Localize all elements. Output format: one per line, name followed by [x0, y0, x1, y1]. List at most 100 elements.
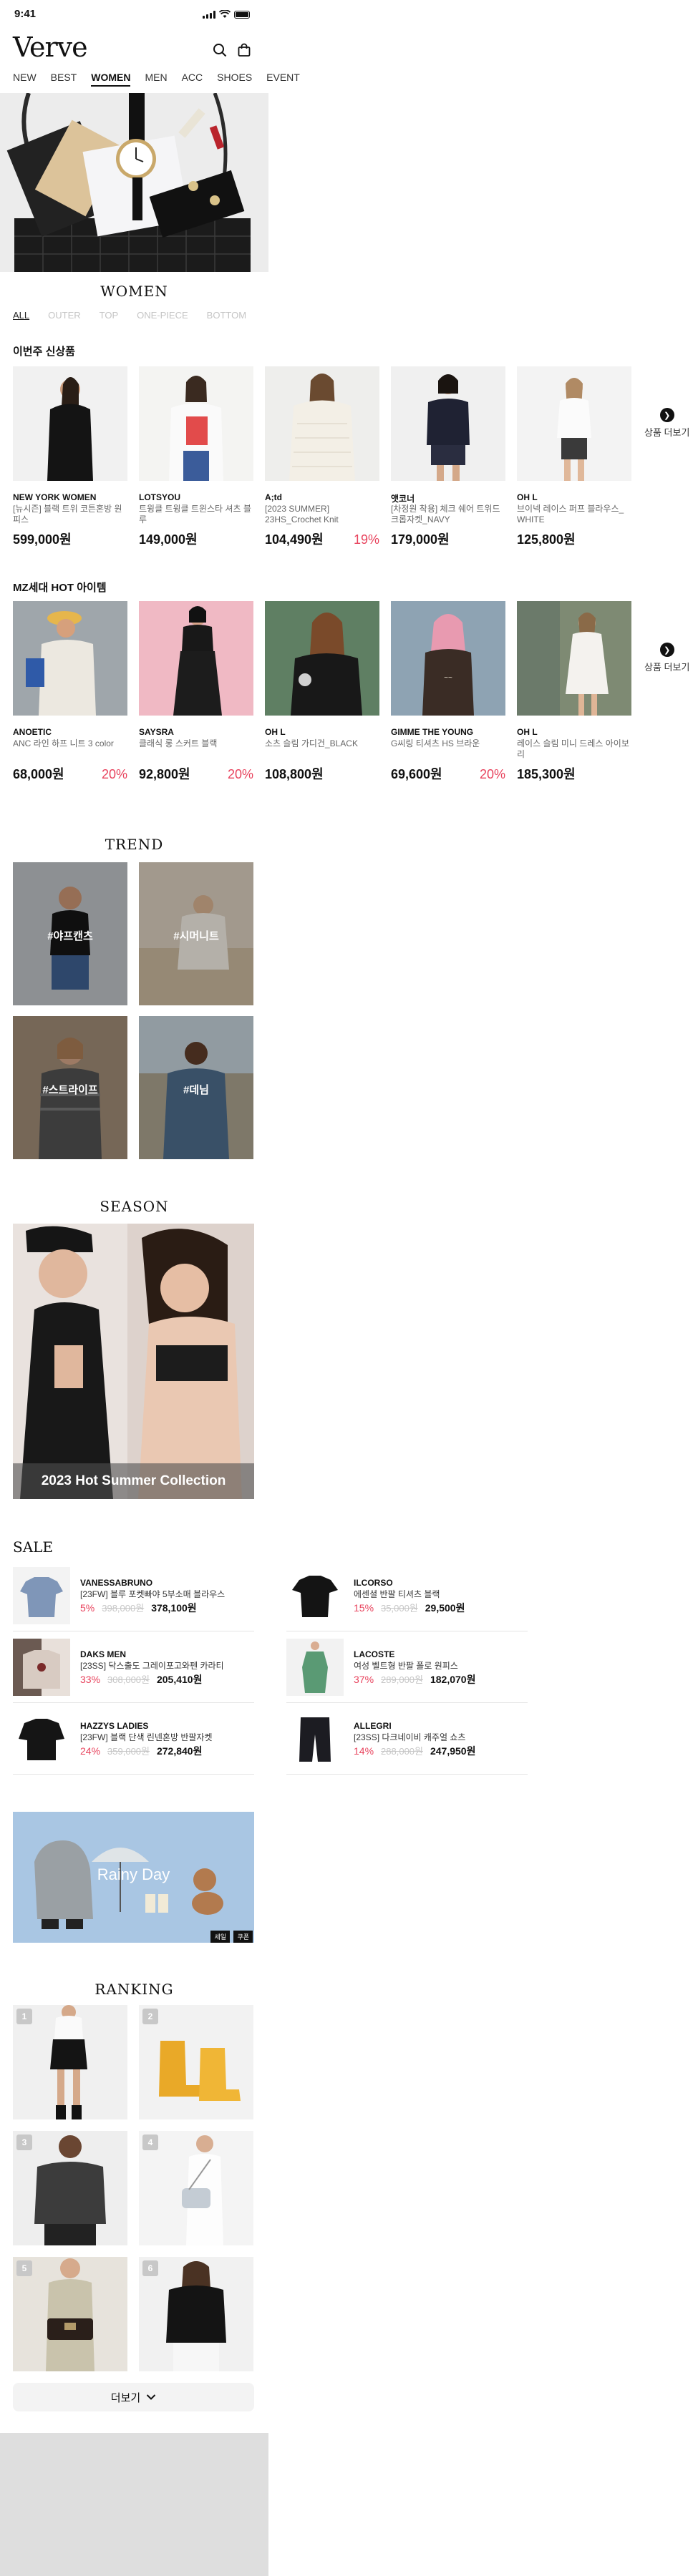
product-image: [265, 366, 379, 481]
filter-one-piece[interactable]: ONE-PIECE: [137, 310, 188, 321]
trend-tile[interactable]: #스트라이프: [13, 1016, 127, 1159]
nav-shoes[interactable]: SHOES: [217, 72, 252, 87]
rainy-day-banner[interactable]: Rainy Day 세일 쿠폰: [13, 1812, 254, 1943]
product-price: 68,000원: [13, 767, 64, 781]
trend-tile[interactable]: #시머니트: [139, 862, 253, 1005]
product-price: 149,000원: [139, 532, 198, 547]
product-name: [뉴시즌] 블랙 트위 코튼혼방 원피스: [13, 504, 122, 525]
sale-item[interactable]: ALLEGRI [23SS] 다크네이비 캐주얼 쇼츠 14% 288,000원 2…: [286, 1703, 528, 1775]
footer: [0, 2433, 268, 2576]
sale-image: [286, 1709, 344, 1767]
nav-men[interactable]: MEN: [145, 72, 167, 87]
search-icon[interactable]: [213, 43, 227, 57]
trend-tile[interactable]: #야프캔츠: [13, 862, 127, 1005]
app-logo[interactable]: Verve: [13, 31, 88, 63]
ranking-item[interactable]: 3: [13, 2131, 127, 2245]
sale-image: [286, 1638, 344, 1696]
product-image: [13, 366, 127, 481]
sale-item[interactable]: DAKS MEN [23SS] 닥스출도 그레이포고와펜 카라티 33% 308,…: [13, 1631, 254, 1703]
ranking-more-label: 더보기: [110, 2391, 141, 2404]
ranking-more-button[interactable]: 더보기: [13, 2383, 254, 2411]
sale-brand: ALLEGRI: [354, 1720, 392, 1731]
product-brand: GIMME THE YOUNG: [391, 727, 474, 737]
svg-text:~~: ~~: [444, 674, 452, 682]
product-card[interactable]: OH L 브이넥 레이스 퍼프 블라우스_ WHITE 125,800원: [517, 366, 631, 548]
new-arrivals-more-button[interactable]: ❯ 상품 더보기: [644, 408, 689, 439]
product-price: 108,800원: [265, 767, 324, 781]
status-time: 9:41: [14, 8, 37, 20]
filter-bottom[interactable]: BOTTOM: [207, 310, 246, 321]
section-title-sale: SALE: [13, 1538, 54, 1556]
shopping-bag-icon[interactable]: [237, 43, 251, 57]
trend-tile[interactable]: #데님: [139, 1016, 253, 1159]
trend-tag: #야프캔츠: [47, 930, 93, 942]
sale-image: [286, 1566, 344, 1624]
product-discount: 20%: [479, 767, 505, 781]
product-card[interactable]: 앳코너 [차정원 착용] 체크 쉐어 트위드 크롭자켓_NAVY 179,000…: [391, 366, 505, 548]
sale-brand: VANESSABRUNO: [80, 1577, 153, 1588]
product-card[interactable]: OH L 소츠 슬림 가디건_BLACK 108,800원: [265, 601, 379, 783]
product-price: 69,600원: [391, 767, 442, 781]
category-nav: NEW BEST WOMEN MEN ACC SHOES EVENT: [13, 72, 300, 87]
product-brand: 앳코너: [391, 494, 415, 504]
product-image: ~~: [391, 601, 505, 716]
product-image: [391, 366, 505, 481]
product-brand: LOTSYOU: [139, 492, 181, 502]
product-price: 104,490원: [265, 532, 324, 547]
chevron-right-icon: ❯: [659, 643, 674, 657]
sale-brand: ILCORSO: [354, 1577, 393, 1588]
ranking-item[interactable]: 5: [13, 2257, 127, 2371]
sale-brand: LACOSTE: [354, 1649, 395, 1659]
rank-number: 4: [142, 2135, 158, 2150]
nav-new[interactable]: NEW: [13, 72, 37, 87]
product-card[interactable]: OH L 레이스 슬림 미니 드레스 아이보리 185,300원: [517, 601, 631, 783]
product-price: 599,000원: [13, 532, 72, 547]
banner-chip-coupon[interactable]: 쿠폰: [233, 1931, 253, 1943]
product-card[interactable]: NEW YORK WOMEN [뉴시즌] 블랙 트위 코튼혼방 원피스 599,…: [13, 366, 127, 548]
product-name: 소츠 슬림 가디건_BLACK: [265, 738, 358, 748]
product-name: [차정원 착용] 체크 쉐어 트위드 크롭자켓_NAVY: [391, 504, 500, 525]
product-card[interactable]: ANOETIC ANC 라인 하프 니트 3 color 68,000원 20%: [13, 601, 127, 783]
banner-chip-sale[interactable]: 세일: [210, 1931, 230, 1943]
product-card[interactable]: LOTSYOU 트윙클 트윙클 트윈스타 셔츠 블루 149,000원: [139, 366, 253, 548]
trend-tag: #스트라이프: [42, 1084, 98, 1096]
product-price: 125,800원: [517, 532, 576, 547]
section-title-trend: TREND: [105, 836, 164, 853]
sale-percent: 5%: [80, 1601, 95, 1614]
nav-best[interactable]: BEST: [51, 72, 77, 87]
season-banner[interactable]: 2023 Hot Summer Collection: [13, 1224, 254, 1499]
nav-women[interactable]: WOMEN: [91, 72, 131, 87]
product-card[interactable]: SAYSRA 클래식 롱 스커트 블랙 92,800원 20%: [139, 601, 253, 783]
sale-item[interactable]: LACOSTE 여성 벨트형 반팔 폴로 원피스 37% 289,000원 182,…: [286, 1631, 528, 1703]
filter-outer[interactable]: OUTER: [48, 310, 81, 321]
product-image: [139, 601, 253, 716]
product-price: 92,800원: [139, 767, 190, 781]
product-card[interactable]: A;td [2023 SUMMER] 23HS_Crochet Knit Car…: [265, 366, 379, 548]
sale-price: 182,070원: [430, 1673, 476, 1685]
product-name: 트윙클 트윙클 트윈스타 셔츠 블루: [139, 504, 251, 525]
sale-price: 205,410원: [156, 1673, 203, 1685]
wifi-icon: [219, 10, 231, 18]
ranking-item[interactable]: 1: [13, 2005, 127, 2119]
mz-hot-more-button[interactable]: ❯ 상품 더보기: [644, 643, 689, 673]
nav-event[interactable]: EVENT: [266, 72, 300, 87]
ranking-item[interactable]: 4: [139, 2131, 253, 2245]
hero-banner[interactable]: [0, 93, 268, 272]
product-brand: ANOETIC: [13, 727, 52, 737]
nav-acc[interactable]: ACC: [182, 72, 203, 87]
sale-item[interactable]: VANESSABRUNO [23FW] 블루 포켓빠야 5부소매 블라우스 5%…: [13, 1560, 254, 1631]
sale-name: [23SS] 닥스출도 그레이포고와펜 카라티: [80, 1660, 224, 1671]
product-card[interactable]: ~~ GIMME THE YOUNG G씨링 티셔츠 HS 브라운 69,600…: [391, 601, 505, 783]
sale-price: 247,950원: [430, 1745, 476, 1757]
sale-item[interactable]: ILCORSO 에센셜 반팔 티셔츠 블랙 15% 35,000원 29,500원: [286, 1560, 528, 1631]
section-title-ranking: RANKING: [94, 1981, 174, 1998]
sale-original-price: 35,000원: [381, 1602, 418, 1614]
filter-all[interactable]: ALL: [13, 310, 29, 321]
more-label: 상품 더보기: [644, 662, 690, 673]
ranking-item[interactable]: 6: [139, 2257, 253, 2371]
sale-item[interactable]: HAZZYS LADIES [23FW] 블랙 단색 린넨혼방 반팔자켓 24%…: [13, 1703, 254, 1775]
filter-top[interactable]: TOP: [100, 310, 119, 321]
product-name: 클래식 롱 스커트 블랙: [139, 738, 218, 748]
product-discount: 19%: [353, 532, 379, 547]
ranking-item[interactable]: 2: [139, 2005, 253, 2119]
